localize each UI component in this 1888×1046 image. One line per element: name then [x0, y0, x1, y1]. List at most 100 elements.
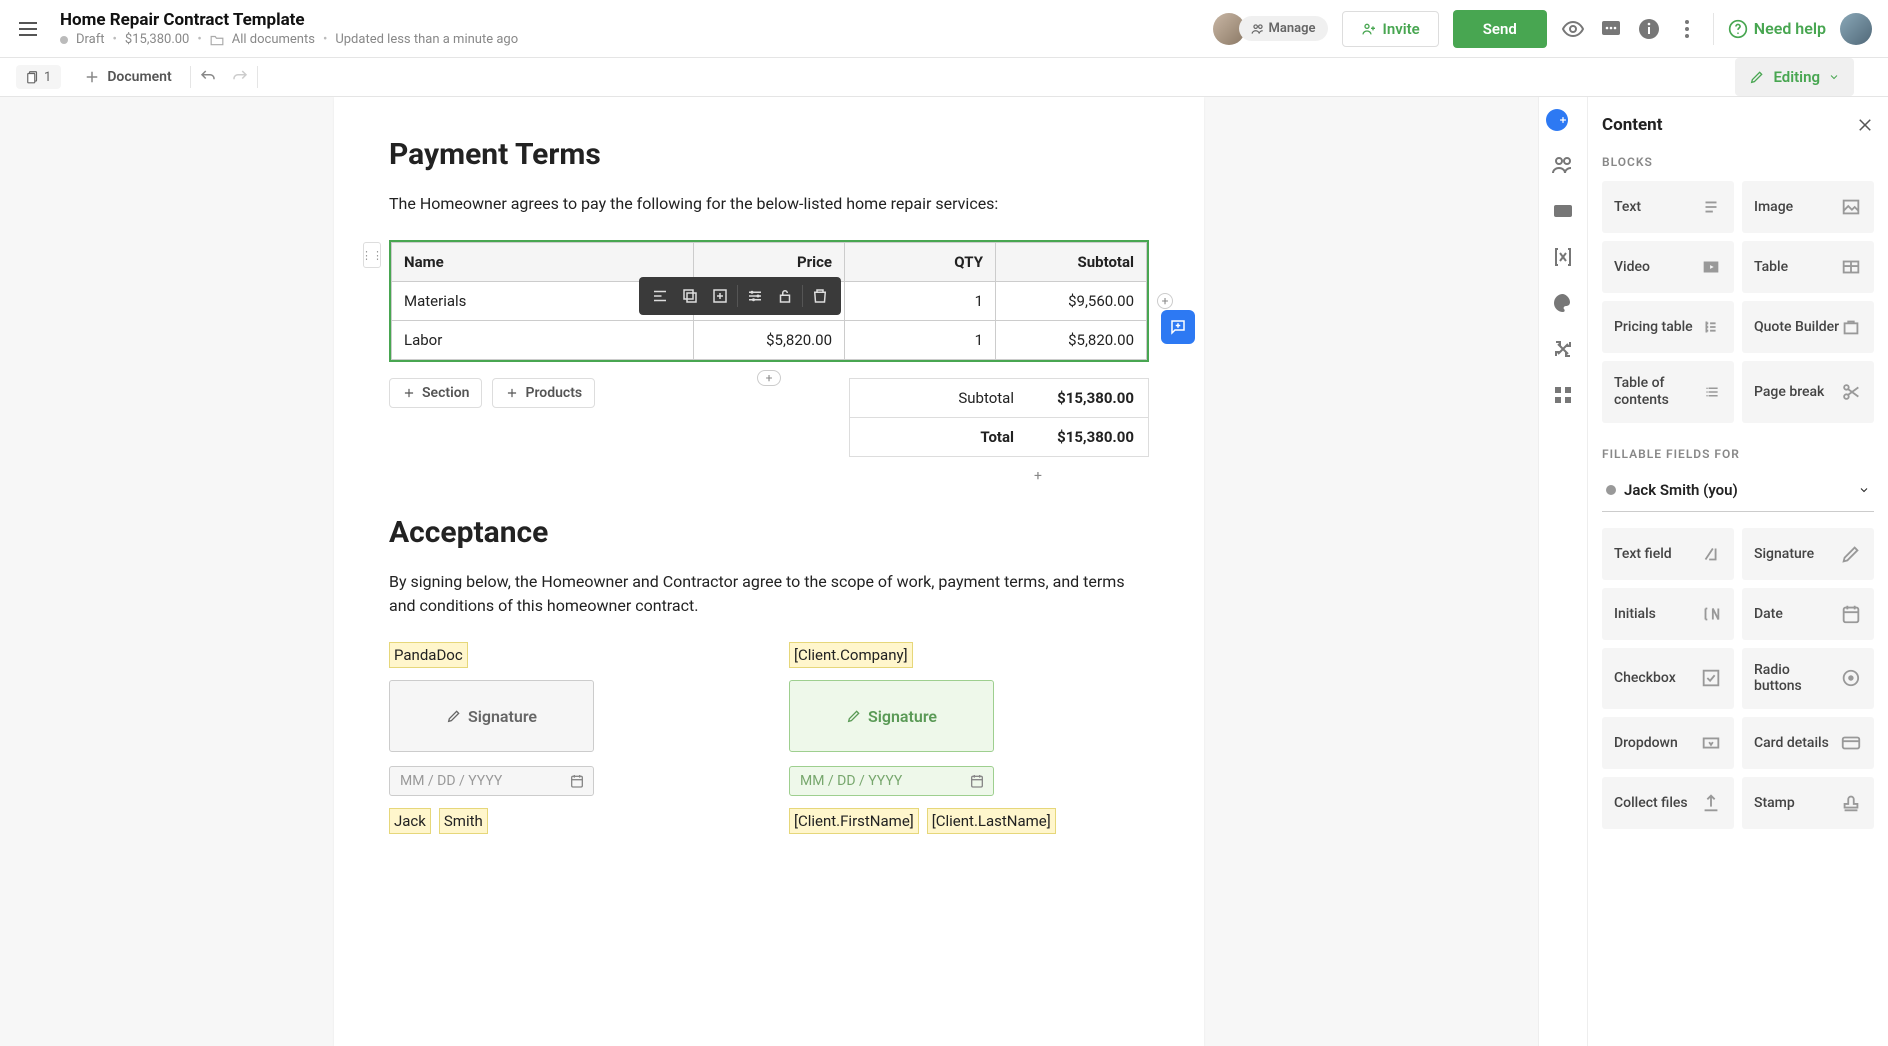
- plus-icon: [83, 68, 101, 86]
- insert-icon[interactable]: [705, 281, 735, 311]
- calendar-icon: [569, 773, 585, 789]
- field-card[interactable]: Card details: [1742, 717, 1874, 769]
- recipient-dot-icon: [1606, 485, 1616, 495]
- signature-field[interactable]: Signature: [789, 680, 994, 752]
- calendar-icon: [969, 773, 985, 789]
- signer-left: PandaDoc Signature MM / DD / YYYY Jack S…: [389, 642, 594, 834]
- field-dropdown[interactable]: Dropdown: [1602, 717, 1734, 769]
- col-name: Name: [392, 243, 694, 282]
- recipient-selector[interactable]: Jack Smith (you): [1602, 473, 1874, 512]
- block-quote[interactable]: Quote Builder: [1742, 301, 1874, 353]
- redo-icon[interactable]: [231, 68, 249, 86]
- block-video[interactable]: Video: [1602, 241, 1734, 293]
- add-column-button[interactable]: +: [1157, 293, 1173, 309]
- menu-icon[interactable]: [16, 17, 40, 41]
- add-section-button[interactable]: Section: [389, 378, 482, 408]
- lock-icon[interactable]: [770, 281, 800, 311]
- play-icon: [1700, 256, 1722, 278]
- settings-sliders-icon[interactable]: [740, 281, 770, 311]
- company-token[interactable]: [Client.Company]: [789, 642, 913, 668]
- field-signature[interactable]: Signature: [1742, 528, 1874, 580]
- last-name-token[interactable]: [Client.LastName]: [927, 808, 1056, 834]
- manage-button[interactable]: Manage: [1239, 16, 1328, 41]
- preview-icon[interactable]: [1561, 17, 1585, 41]
- add-row-button[interactable]: +: [757, 370, 781, 386]
- text-icon: [1700, 196, 1722, 218]
- block-table[interactable]: Table: [1742, 241, 1874, 293]
- profile-avatar[interactable]: [1840, 13, 1872, 45]
- table-icon: [1840, 256, 1862, 278]
- invite-button[interactable]: Invite: [1342, 11, 1439, 47]
- folder-icon: [210, 34, 224, 46]
- location-label[interactable]: All documents: [232, 32, 315, 47]
- close-icon[interactable]: [1856, 116, 1874, 134]
- more-icon[interactable]: [1675, 17, 1699, 41]
- block-image[interactable]: Image: [1742, 181, 1874, 233]
- date-field[interactable]: MM / DD / YYYY: [789, 766, 994, 796]
- help-icon: [1728, 19, 1748, 39]
- align-icon[interactable]: [645, 281, 675, 311]
- checkbox-icon: [1700, 667, 1722, 689]
- add-content-icon[interactable]: [1546, 109, 1568, 131]
- first-name-token[interactable]: [Client.FirstName]: [789, 808, 919, 834]
- company-token[interactable]: PandaDoc: [389, 642, 468, 668]
- field-checkbox[interactable]: Checkbox: [1602, 648, 1734, 710]
- add-total-row-button[interactable]: +: [1029, 467, 1047, 485]
- editing-mode-button[interactable]: Editing: [1735, 58, 1854, 96]
- duplicate-icon[interactable]: [675, 281, 705, 311]
- add-products-button[interactable]: Products: [492, 378, 595, 408]
- initials-icon: [1700, 603, 1722, 625]
- recipients-icon[interactable]: [1551, 153, 1575, 177]
- field-text[interactable]: Text field: [1602, 528, 1734, 580]
- col-subtotal: Subtotal: [996, 243, 1147, 282]
- payment-terms-heading: Payment Terms: [389, 137, 1149, 172]
- info-icon[interactable]: [1637, 17, 1661, 41]
- updated-label: Updated less than a minute ago: [335, 32, 518, 47]
- field-collect[interactable]: Collect files: [1602, 777, 1734, 829]
- block-toc[interactable]: Table of contents: [1602, 361, 1734, 423]
- image-icon: [1840, 196, 1862, 218]
- video-icon[interactable]: [1551, 199, 1575, 223]
- variables-icon[interactable]: [1551, 245, 1575, 269]
- drag-handle-icon[interactable]: ⋮⋮: [363, 242, 381, 268]
- date-field[interactable]: MM / DD / YYYY: [389, 766, 594, 796]
- help-button[interactable]: Need help: [1728, 19, 1826, 39]
- field-initials[interactable]: Initials: [1602, 588, 1734, 640]
- workflow-icon[interactable]: [1551, 337, 1575, 361]
- last-name-token[interactable]: Smith: [439, 808, 488, 834]
- top-bar: Home Repair Contract Template Draft • $1…: [0, 0, 1888, 58]
- blocks-label: BLOCKS: [1602, 155, 1874, 169]
- col-price: Price: [694, 243, 845, 282]
- page-indicator[interactable]: 1: [16, 65, 61, 89]
- signature-field[interactable]: Signature: [389, 680, 594, 752]
- field-date[interactable]: Date: [1742, 588, 1874, 640]
- field-radio[interactable]: Radio buttons: [1742, 648, 1874, 710]
- apps-icon[interactable]: [1551, 383, 1575, 407]
- table-row: Labor $5,820.00 1 $5,820.00: [392, 321, 1147, 360]
- undo-icon[interactable]: [199, 68, 217, 86]
- field-stamp[interactable]: Stamp: [1742, 777, 1874, 829]
- signer-right: [Client.Company] Signature MM / DD / YYY…: [789, 642, 1069, 834]
- design-icon[interactable]: [1551, 291, 1575, 315]
- signature-icon: [446, 708, 462, 724]
- fillable-label: FILLABLE FIELDS FOR: [1602, 447, 1874, 461]
- block-text[interactable]: Text: [1602, 181, 1734, 233]
- add-comment-button[interactable]: [1161, 310, 1195, 344]
- pricing-icon: [1700, 316, 1722, 338]
- col-qty: QTY: [845, 243, 996, 282]
- send-button[interactable]: Send: [1453, 10, 1547, 48]
- chat-icon[interactable]: [1599, 17, 1623, 41]
- chevron-down-icon: [1828, 71, 1840, 83]
- briefcase-icon: [1840, 316, 1862, 338]
- delete-icon[interactable]: [805, 281, 835, 311]
- toc-icon: [1704, 381, 1722, 403]
- text-cursor-icon: [1700, 543, 1722, 565]
- block-pricing[interactable]: Pricing table: [1602, 301, 1734, 353]
- acceptance-heading: Acceptance: [389, 515, 1149, 550]
- block-toolbar: [639, 277, 841, 315]
- document-button[interactable]: Document: [73, 64, 181, 90]
- document-title: Home Repair Contract Template: [60, 10, 1213, 30]
- pages-icon: [26, 69, 40, 85]
- first-name-token[interactable]: Jack: [389, 808, 431, 834]
- block-pagebreak[interactable]: Page break: [1742, 361, 1874, 423]
